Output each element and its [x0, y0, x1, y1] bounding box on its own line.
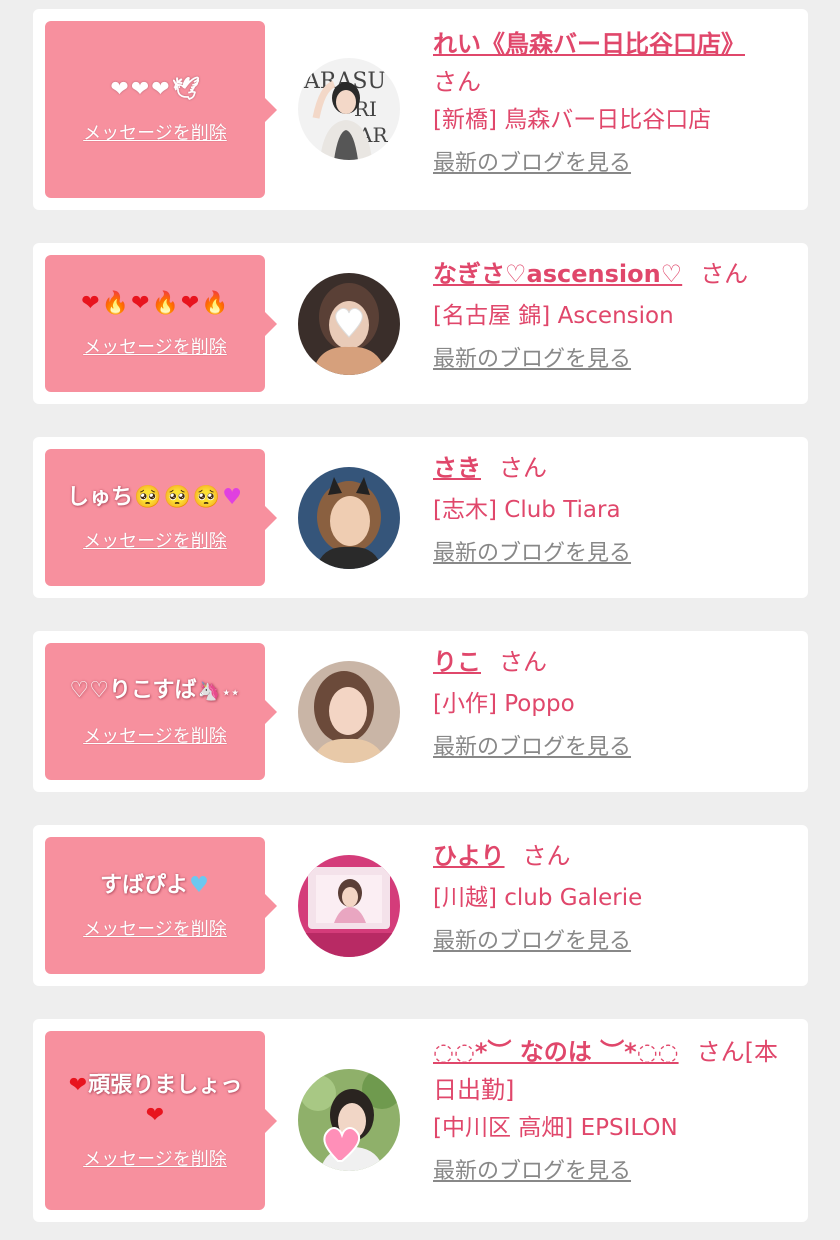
avatar[interactable]	[298, 273, 400, 375]
message-bubble: ♡♡りこすば🦄 ⋆⋆ メッセージを削除	[45, 643, 277, 780]
fire-icon: 🔥	[151, 290, 179, 316]
shop-info: [川越] club Galerie	[433, 885, 643, 911]
shop-info: [志木] Club Tiara	[433, 497, 621, 523]
latest-blog-link[interactable]: 最新のブログを見る	[433, 927, 793, 957]
cast-suffix: さん	[700, 260, 749, 288]
message-bubble: ❤頑張りましょっ ❤ メッセージを削除	[45, 1031, 277, 1210]
shop-info: [新橋] 鳥森バー日比谷口店	[433, 107, 712, 133]
delete-message-link[interactable]: メッセージを削除	[83, 1145, 227, 1171]
cast-name-link[interactable]: ひより	[433, 842, 505, 870]
message-body: 頑張りましょっ	[88, 1072, 243, 1098]
red-heart-icon: ❤	[68, 1072, 88, 1098]
cast-name-link[interactable]: さき	[433, 454, 481, 482]
message-text: すばぴよ♥	[90, 871, 220, 901]
cast-name-line: さき さん	[433, 449, 793, 487]
white-heart-icon: ❤	[151, 76, 170, 102]
list-item: ❤頑張りましょっ ❤ メッセージを削除 ◌◌*︶ なのは ︶*◌◌ さん[本日出勤]…	[33, 1019, 808, 1222]
delete-message-link[interactable]: メッセージを削除	[83, 333, 227, 359]
fire-icon: 🔥	[201, 290, 229, 316]
message-text: ❤🔥❤🔥❤🔥	[70, 289, 240, 319]
red-heart-icon: ❤	[81, 290, 100, 316]
cast-name-link[interactable]: れい《鳥森バー日比谷口店》	[433, 30, 745, 58]
cast-name-link[interactable]: りこ	[433, 648, 481, 676]
latest-blog-link[interactable]: 最新のブログを見る	[433, 733, 793, 763]
cast-suffix: さん	[433, 68, 481, 96]
delete-message-link[interactable]: メッセージを削除	[83, 527, 227, 553]
cast-name-link[interactable]: ◌◌*︶ なのは ︶*◌◌	[433, 1038, 679, 1066]
latest-blog-link[interactable]: 最新のブログを見る	[433, 149, 793, 179]
message-body: ♡♡りこすば	[69, 677, 197, 703]
cast-suffix: さん	[499, 648, 547, 676]
avatar[interactable]	[298, 1069, 400, 1171]
purple-heart-icon: ♥	[222, 484, 242, 510]
list-item: ❤❤❤🕊 メッセージを削除 ARASU RI AR れい《鳥森バー日比谷口店》 …	[33, 9, 808, 210]
cast-suffix: さん	[499, 454, 547, 482]
pleading-face-icon: 🥺	[134, 484, 162, 510]
message-bubble: ❤🔥❤🔥❤🔥 メッセージを削除	[45, 255, 277, 392]
cast-info: りこ さん [小作] Poppo 最新のブログを見る	[433, 643, 793, 763]
list-item: ♡♡りこすば🦄 ⋆⋆ メッセージを削除 りこ さん [小作] Poppo 最新のブロ…	[33, 631, 808, 792]
latest-blog-link[interactable]: 最新のブログを見る	[433, 539, 793, 569]
avatar[interactable]	[298, 661, 400, 763]
cast-name-line: なぎさ♡ascension♡ さん	[433, 255, 793, 293]
cast-info: れい《鳥森バー日比谷口店》 さん [新橋] 鳥森バー日比谷口店 最新のブログを見…	[433, 25, 793, 179]
message-text: ♡♡りこすば🦄 ⋆⋆	[60, 676, 251, 708]
red-heart-icon: ❤	[145, 1102, 165, 1128]
message-list: ❤❤❤🕊 メッセージを削除 ARASU RI AR れい《鳥森バー日比谷口店》 …	[0, 0, 840, 1240]
message-text: ❤頑張りましょっ ❤	[58, 1071, 252, 1131]
fire-icon: 🔥	[101, 290, 130, 316]
white-heart-icon: ❤	[110, 76, 129, 102]
pleading-face-icon: 🥺	[192, 484, 221, 510]
cast-name-line: れい《鳥森バー日比谷口店》	[433, 25, 793, 63]
message-body: すばぴよ	[100, 872, 189, 898]
message-text: ❤❤❤🕊	[99, 75, 210, 105]
delete-message-link[interactable]: メッセージを削除	[83, 915, 227, 941]
avatar[interactable]	[298, 855, 400, 957]
list-item: ❤🔥❤🔥❤🔥 メッセージを削除 なぎさ♡ascension♡ さん [名古屋 錦]…	[33, 243, 808, 404]
avatar[interactable]: ARASU RI AR	[298, 58, 400, 160]
cast-name-link[interactable]: なぎさ♡ascension♡	[433, 260, 682, 288]
latest-blog-link[interactable]: 最新のブログを見る	[433, 1157, 793, 1187]
latest-blog-link[interactable]: 最新のブログを見る	[433, 345, 793, 375]
pleading-face-icon: 🥺	[163, 484, 191, 510]
dove-icon: 🕊	[171, 76, 200, 102]
sparkles-icon: ⋆⋆	[221, 684, 240, 701]
white-heart-icon: ❤	[130, 76, 150, 102]
cast-info: なぎさ♡ascension♡ さん [名古屋 錦] Ascension 最新のブロ…	[433, 255, 793, 375]
cast-name-line: ◌◌*︶ なのは ︶*◌◌ さん[本日出勤]	[433, 1033, 793, 1109]
list-item: すばぴよ♥ メッセージを削除 ひより さん [川越] club Galerie 最…	[33, 825, 808, 986]
cast-name-line: ひより さん	[433, 837, 793, 875]
shop-info: [小作] Poppo	[433, 691, 575, 717]
message-bubble: ❤❤❤🕊 メッセージを削除	[45, 21, 277, 198]
red-heart-icon: ❤	[180, 290, 200, 316]
message-bubble: すばぴよ♥ メッセージを削除	[45, 837, 277, 974]
message-text: しゅち🥺🥺🥺♥	[57, 483, 253, 513]
message-bubble: しゅち🥺🥺🥺♥ メッセージを削除	[45, 449, 277, 586]
blue-heart-icon: ♥	[189, 872, 209, 898]
cast-suffix: さん	[522, 842, 571, 870]
message-body: しゅち	[67, 484, 134, 510]
cast-info: ひより さん [川越] club Galerie 最新のブログを見る	[433, 837, 793, 957]
delete-message-link[interactable]: メッセージを削除	[83, 722, 227, 748]
red-heart-icon: ❤	[131, 290, 150, 316]
unicorn-icon: 🦄	[197, 680, 220, 702]
shop-info: [名古屋 錦] Ascension	[433, 303, 674, 329]
shop-info: [中川区 高畑] EPSILON	[433, 1115, 678, 1141]
list-item: しゅち🥺🥺🥺♥ メッセージを削除 さき さん [志木] Club Tiara 最新…	[33, 437, 808, 598]
delete-message-link[interactable]: メッセージを削除	[83, 119, 227, 145]
cast-info: さき さん [志木] Club Tiara 最新のブログを見る	[433, 449, 793, 569]
cast-name-line: りこ さん	[433, 643, 793, 681]
cast-info: ◌◌*︶ なのは ︶*◌◌ さん[本日出勤] [中川区 高畑] EPSILON 最…	[433, 1033, 793, 1187]
avatar[interactable]	[298, 467, 400, 569]
